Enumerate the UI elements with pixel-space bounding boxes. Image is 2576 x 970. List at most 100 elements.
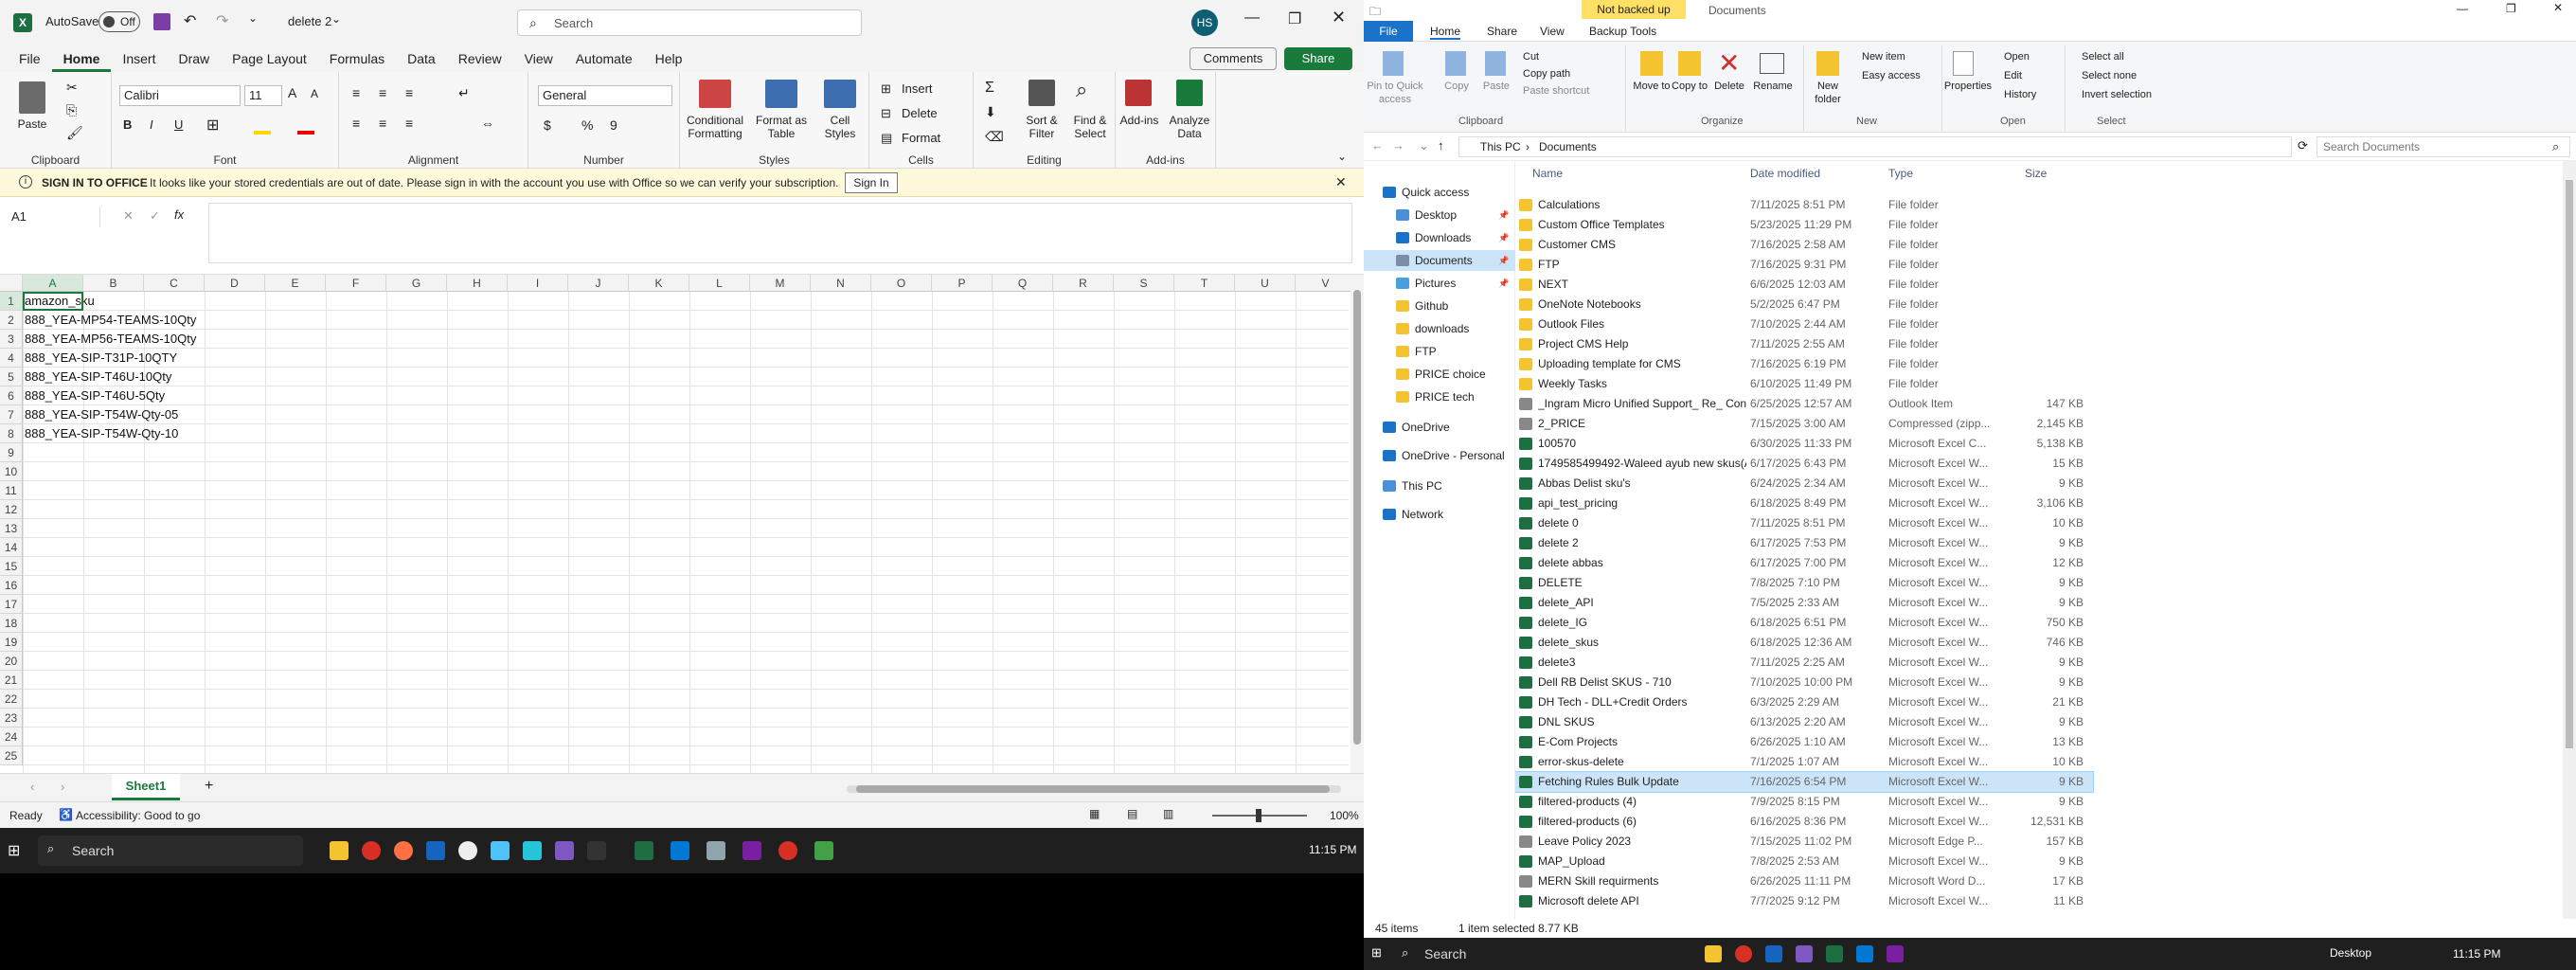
- delete-file-icon[interactable]: ✕: [1718, 47, 1740, 79]
- tab-home[interactable]: Home: [51, 45, 112, 72]
- app3-taskbar-icon[interactable]: [523, 841, 542, 860]
- analyze-data-button[interactable]: Analyze Data: [1165, 114, 1214, 140]
- copy-to-icon[interactable]: [1678, 51, 1701, 76]
- file-row[interactable]: delete 0 7/11/2025 8:51 PM Microsoft Excel…: [1515, 513, 2093, 533]
- save-icon[interactable]: [153, 13, 170, 30]
- row-header[interactable]: 2: [0, 311, 23, 330]
- column-header[interactable]: K: [629, 275, 689, 292]
- cell-a2[interactable]: 888_YEA-MP54-TEAMS-10Qty: [25, 311, 196, 330]
- row-header[interactable]: 8: [0, 424, 23, 443]
- delete-file-button[interactable]: Delete: [1708, 80, 1750, 93]
- path-box[interactable]: This PC › Documents: [1458, 136, 2292, 157]
- column-header[interactable]: U: [1235, 275, 1296, 292]
- file-row[interactable]: MERN Skill requirments 6/26/2025 11:11 PM…: [1515, 871, 2093, 891]
- file-row[interactable]: 2_PRICE 7/15/2025 3:00 AM Compressed (zipp…: [1515, 414, 2093, 434]
- fill-color-icon[interactable]: [254, 131, 271, 135]
- scrollbar-thumb[interactable]: [856, 785, 1330, 793]
- copy-file-icon[interactable]: [1445, 51, 1466, 76]
- chrome-taskbar-icon-2[interactable]: [1735, 945, 1752, 962]
- column-header[interactable]: O: [871, 275, 932, 292]
- cell-a4[interactable]: 888_YEA-SIP-T31P-10QTY: [25, 349, 177, 368]
- explorer-close-icon[interactable]: ✕: [2553, 1, 2563, 14]
- file-row[interactable]: filtered-products (6) 6/16/2025 8:36 PM Mi…: [1515, 812, 2093, 832]
- teams-taskbar-icon[interactable]: [555, 841, 574, 860]
- select-all-corner[interactable]: [0, 275, 23, 292]
- windows-start-icon[interactable]: ⊞: [8, 841, 20, 860]
- zoom-taskbar-icon-2[interactable]: [1765, 945, 1782, 962]
- vertical-scrollbar-thumb[interactable]: [1353, 290, 1361, 745]
- row-header[interactable]: 6: [0, 386, 23, 405]
- file-row[interactable]: DNL SKUS 6/13/2025 2:20 AM Microsoft Excel…: [1515, 712, 2093, 732]
- tab-help[interactable]: Help: [644, 45, 694, 72]
- row-header[interactable]: 1: [0, 292, 23, 311]
- explorer-tab-home[interactable]: Home: [1430, 25, 1461, 40]
- tab-view[interactable]: View: [513, 45, 564, 72]
- tab-review[interactable]: Review: [447, 45, 513, 72]
- row-header[interactable]: 24: [0, 728, 23, 746]
- format-cells-button[interactable]: Format: [902, 131, 940, 145]
- notepad-taskbar-icon[interactable]: [707, 841, 725, 860]
- merge-center-icon[interactable]: ⇔: [481, 116, 494, 131]
- app-taskbar-icon[interactable]: [458, 841, 477, 860]
- taskbar-search-text-2[interactable]: Search: [1424, 946, 1466, 961]
- fill-icon[interactable]: ⬇: [985, 104, 996, 120]
- column-header[interactable]: M: [750, 275, 811, 292]
- nav-item[interactable]: PRICE tech: [1364, 386, 1515, 407]
- addins-button[interactable]: Add-ins: [1116, 114, 1163, 127]
- explorer-search-box[interactable]: Search Documents ⌕: [2317, 136, 2570, 157]
- file-row[interactable]: Abbas Delist sku's 6/24/2025 2:34 AM Micro…: [1515, 474, 2093, 494]
- ribbon-collapse-icon[interactable]: ⌄: [1337, 150, 1347, 163]
- paste-shortcut-button[interactable]: Paste shortcut: [1523, 85, 1589, 97]
- firefox-taskbar-icon[interactable]: [394, 841, 413, 860]
- file-row[interactable]: Calculations 7/11/2025 8:51 PM File folder: [1515, 195, 2093, 215]
- file-row[interactable]: delete_skus 6/18/2025 12:36 AM Microsoft E…: [1515, 633, 2093, 653]
- autosum-icon[interactable]: Σ: [985, 80, 994, 97]
- comma-icon[interactable]: 9: [610, 117, 617, 133]
- onenote-taskbar-icon[interactable]: [742, 841, 761, 860]
- cell-a8[interactable]: 888_YEA-SIP-T54W-Qty-10: [25, 424, 178, 443]
- file-row[interactable]: Outlook Files 7/10/2025 2:44 AM File folde…: [1515, 314, 2093, 334]
- file-row[interactable]: api_test_pricing 6/18/2025 8:49 PM Microso…: [1515, 494, 2093, 513]
- nav-item[interactable]: PRICE choice: [1364, 364, 1515, 385]
- file-row[interactable]: Uploading template for CMS 7/16/2025 6:19…: [1515, 354, 2093, 374]
- wrap-text-icon[interactable]: ↵: [458, 85, 470, 101]
- format-as-table-label[interactable]: Format as Table: [750, 114, 813, 140]
- header-size[interactable]: Size: [2025, 167, 2047, 180]
- row-header[interactable]: 12: [0, 500, 23, 519]
- copy-to-button[interactable]: Copy to: [1669, 80, 1710, 93]
- tab-formulas[interactable]: Formulas: [318, 45, 396, 72]
- find-select-label[interactable]: Find & Select: [1066, 114, 1114, 140]
- nav-item[interactable]: Quick access: [1364, 182, 1515, 203]
- column-header[interactable]: Q: [993, 275, 1053, 292]
- nav-item[interactable]: OneDrive - Personal: [1364, 445, 1515, 466]
- column-header[interactable]: R: [1053, 275, 1114, 292]
- header-name[interactable]: Name: [1532, 167, 1563, 180]
- pin-icon[interactable]: [1383, 51, 1404, 76]
- file-list-scrollbar[interactable]: [2563, 161, 2576, 919]
- explorer-tab-share[interactable]: Share: [1487, 25, 1517, 38]
- file-row[interactable]: Leave Policy 2023 7/15/2025 11:02 PM Micro…: [1515, 832, 2093, 852]
- column-header[interactable]: B: [83, 275, 144, 292]
- conditional-formatting-label[interactable]: Conditional Formatting: [682, 114, 748, 140]
- delete-cells-icon[interactable]: ⊟: [881, 106, 891, 121]
- file-row[interactable]: DELETE 7/8/2025 7:10 PM Microsoft Excel W.…: [1515, 573, 2093, 593]
- copy-path-button[interactable]: Copy path: [1523, 68, 1570, 80]
- nav-item[interactable]: Documents 📌: [1364, 250, 1515, 271]
- tab-page-layout[interactable]: Page Layout: [221, 45, 318, 72]
- font-size-select[interactable]: 11: [244, 85, 282, 106]
- confirm-formula-icon[interactable]: ✓: [150, 208, 160, 224]
- document-name[interactable]: delete 2: [288, 14, 331, 28]
- paste-label[interactable]: Paste: [11, 117, 53, 131]
- percent-icon[interactable]: %: [581, 117, 593, 133]
- file-row[interactable]: delete_API 7/5/2025 2:33 AM Microsoft Exce…: [1515, 593, 2093, 613]
- close-icon[interactable]: ✕: [1332, 8, 1346, 27]
- tab-automate[interactable]: Automate: [564, 45, 644, 72]
- file-explorer-taskbar-icon-2[interactable]: [1705, 945, 1722, 962]
- column-header[interactable]: H: [447, 275, 508, 292]
- pin-icon[interactable]: 📌: [1498, 205, 1509, 225]
- file-row[interactable]: DH Tech - DLL+Credit Orders 6/3/2025 2:29…: [1515, 692, 2093, 712]
- row-header[interactable]: 10: [0, 462, 23, 481]
- row-header[interactable]: 25: [0, 746, 23, 765]
- borders-icon[interactable]: ⊞: [206, 116, 219, 135]
- row-header[interactable]: 4: [0, 349, 23, 368]
